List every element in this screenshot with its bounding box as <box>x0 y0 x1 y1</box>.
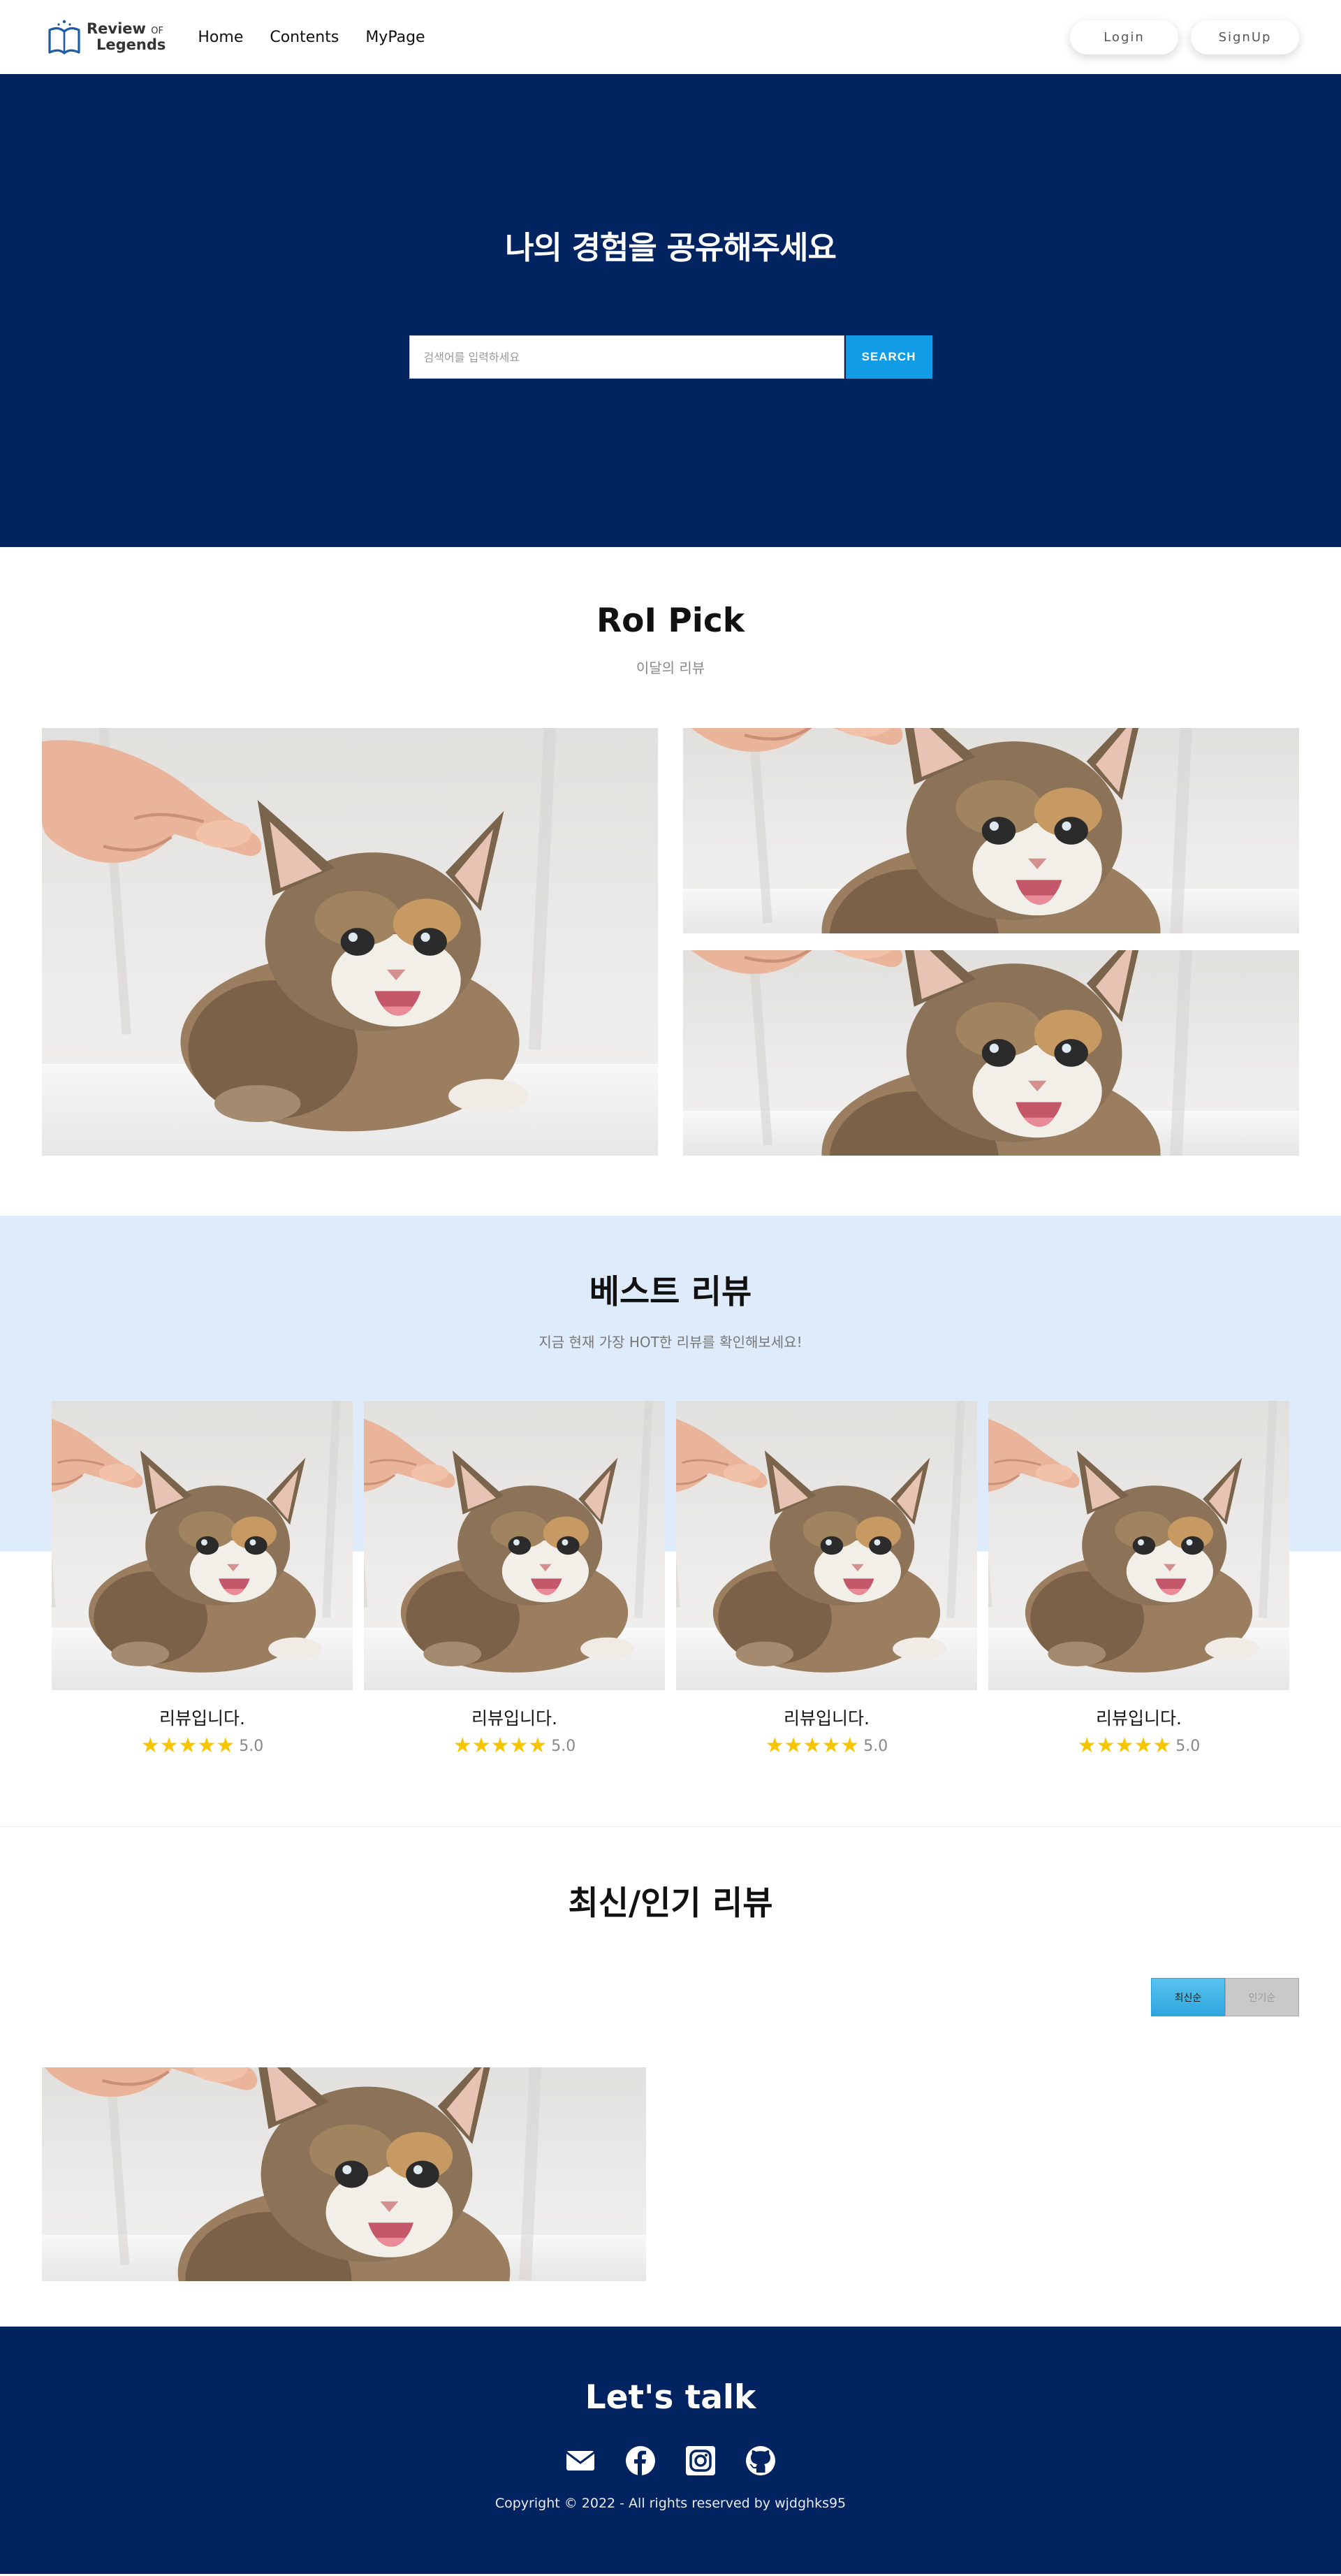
kitten-illustration <box>691 950 1192 1156</box>
footer-title: Let's talk <box>585 2378 756 2417</box>
review-card-title: 리뷰입니다. <box>159 1708 245 1729</box>
rating-score: 5.0 <box>863 1737 888 1755</box>
kitten-illustration <box>45 2067 542 2281</box>
review-rating: ★★★★★ 5.0 <box>676 1735 977 1756</box>
review-card[interactable]: 리뷰입니다. ★★★★★ 5.0 <box>676 1401 977 1756</box>
hero-section: 나의 경험을 공유해주세요 SEARCH <box>0 74 1341 547</box>
pick-review-image-large[interactable] <box>42 728 658 1156</box>
review-rating: ★★★★★ 5.0 <box>364 1735 665 1756</box>
review-card-image[interactable] <box>988 1401 1289 1690</box>
star-icon: ★ <box>765 1733 784 1758</box>
star-icon: ★ <box>509 1733 529 1758</box>
hero-title: 나의 경험을 공유해주세요 <box>505 229 837 266</box>
star-icon: ★ <box>490 1733 510 1758</box>
best-review-section: 베스트 리뷰 지금 현재 가장 HOT한 리뷰를 확인해보세요! 리뷰입니다. … <box>0 1216 1341 1827</box>
star-icon: ★ <box>840 1733 860 1758</box>
best-review-subtitle: 지금 현재 가장 HOT한 리뷰를 확인해보세요! <box>538 1334 803 1351</box>
kitten-illustration <box>52 1401 341 1673</box>
star-icon: ★ <box>1134 1733 1153 1758</box>
review-card-title: 리뷰입니다. <box>784 1708 870 1729</box>
review-rating: ★★★★★ 5.0 <box>988 1735 1289 1756</box>
best-review-cards: 리뷰입니다. ★★★★★ 5.0 리뷰입니다. ★★★★★ 5.0 리뷰입니다.… <box>52 1401 1341 1756</box>
review-card[interactable]: 리뷰입니다. ★★★★★ 5.0 <box>52 1401 353 1756</box>
pick-review-image-bottom[interactable] <box>683 950 1299 1156</box>
nav-mypage-link[interactable]: MyPage <box>365 29 425 46</box>
main-nav: Home Contents MyPage <box>198 29 425 46</box>
nav-home-link[interactable]: Home <box>198 29 243 46</box>
rating-score: 5.0 <box>239 1737 264 1755</box>
star-icon: ★ <box>1077 1733 1097 1758</box>
star-icon: ★ <box>1096 1733 1115 1758</box>
latest-popular-section: 최신/인기 리뷰 최신순 인기순 <box>0 1827 1341 2327</box>
search-bar: SEARCH <box>0 335 1341 379</box>
roi-pick-subtitle: 이달의 리뷰 <box>636 660 705 676</box>
star-rating-icons: ★★★★★ <box>765 1735 860 1756</box>
star-icon: ★ <box>159 1733 179 1758</box>
star-icon: ★ <box>803 1733 822 1758</box>
rating-score: 5.0 <box>1175 1737 1201 1755</box>
copyright-text: Copyright © 2022 - All rights reserved b… <box>494 2496 847 2511</box>
search-button[interactable]: SEARCH <box>845 335 932 379</box>
star-rating-icons: ★★★★★ <box>453 1735 548 1756</box>
star-icon: ★ <box>784 1733 803 1758</box>
sort-latest-button[interactable]: 최신순 <box>1151 1978 1225 2016</box>
pick-review-image-top[interactable] <box>683 728 1299 933</box>
star-icon: ★ <box>471 1733 491 1758</box>
star-icon: ★ <box>197 1733 217 1758</box>
signup-button[interactable]: SignUp <box>1191 20 1299 54</box>
kitten-illustration <box>676 1401 965 1673</box>
latest-review-image[interactable] <box>42 2067 646 2281</box>
logo-wordmark-line1: Review OF <box>87 20 163 37</box>
book-logo-icon <box>48 20 80 54</box>
instagram-icon[interactable] <box>684 2445 717 2477</box>
latest-popular-title: 최신/인기 리뷰 <box>568 1884 773 1923</box>
review-card-title: 리뷰입니다. <box>1096 1708 1182 1729</box>
github-icon[interactable] <box>745 2445 777 2477</box>
site-logo[interactable]: Review OF Legends <box>47 19 166 55</box>
review-card-image[interactable] <box>364 1401 665 1690</box>
kitten-illustration <box>691 728 1192 933</box>
best-review-title: 베스트 리뷰 <box>589 1273 752 1311</box>
roi-pick-grid <box>42 728 1299 1156</box>
star-rating-icons: ★★★★★ <box>141 1735 235 1756</box>
kitten-illustration <box>364 1401 653 1673</box>
star-icon: ★ <box>528 1733 548 1758</box>
review-rating: ★★★★★ 5.0 <box>52 1735 353 1756</box>
kitten-illustration <box>42 728 557 1132</box>
sort-popular-button[interactable]: 인기순 <box>1225 1978 1299 2016</box>
roi-pick-section: RoI Pick 이달의 리뷰 <box>0 547 1341 1216</box>
social-links <box>0 2445 1341 2477</box>
site-header: Review OF Legends Home Contents MyPage L… <box>0 0 1341 74</box>
star-rating-icons: ★★★★★ <box>1078 1735 1172 1756</box>
review-card-title: 리뷰입니다. <box>471 1708 557 1729</box>
sort-toggle: 최신순 인기순 <box>0 1978 1299 2016</box>
review-card[interactable]: 리뷰입니다. ★★★★★ 5.0 <box>364 1401 665 1756</box>
star-icon: ★ <box>140 1733 160 1758</box>
rating-score: 5.0 <box>551 1737 576 1755</box>
star-icon: ★ <box>1115 1733 1134 1758</box>
roi-pick-title: RoI Pick <box>596 602 745 640</box>
nav-contents-link[interactable]: Contents <box>270 29 339 46</box>
kitten-illustration <box>988 1401 1277 1673</box>
logo-wordmark-line2: Legends <box>96 36 166 53</box>
facebook-icon[interactable] <box>624 2445 657 2477</box>
star-icon: ★ <box>1152 1733 1172 1758</box>
star-icon: ★ <box>178 1733 198 1758</box>
search-input[interactable] <box>409 335 844 379</box>
auth-buttons: Login SignUp <box>1070 20 1299 54</box>
review-card[interactable]: 리뷰입니다. ★★★★★ 5.0 <box>988 1401 1289 1756</box>
site-footer: Let's talk Copyright © 2022 - All rights… <box>0 2327 1341 2574</box>
review-card-image[interactable] <box>52 1401 353 1690</box>
login-button[interactable]: Login <box>1070 20 1178 54</box>
mail-icon[interactable] <box>564 2445 596 2477</box>
review-card-image[interactable] <box>676 1401 977 1690</box>
star-icon: ★ <box>216 1733 235 1758</box>
star-icon: ★ <box>453 1733 472 1758</box>
star-icon: ★ <box>821 1733 841 1758</box>
